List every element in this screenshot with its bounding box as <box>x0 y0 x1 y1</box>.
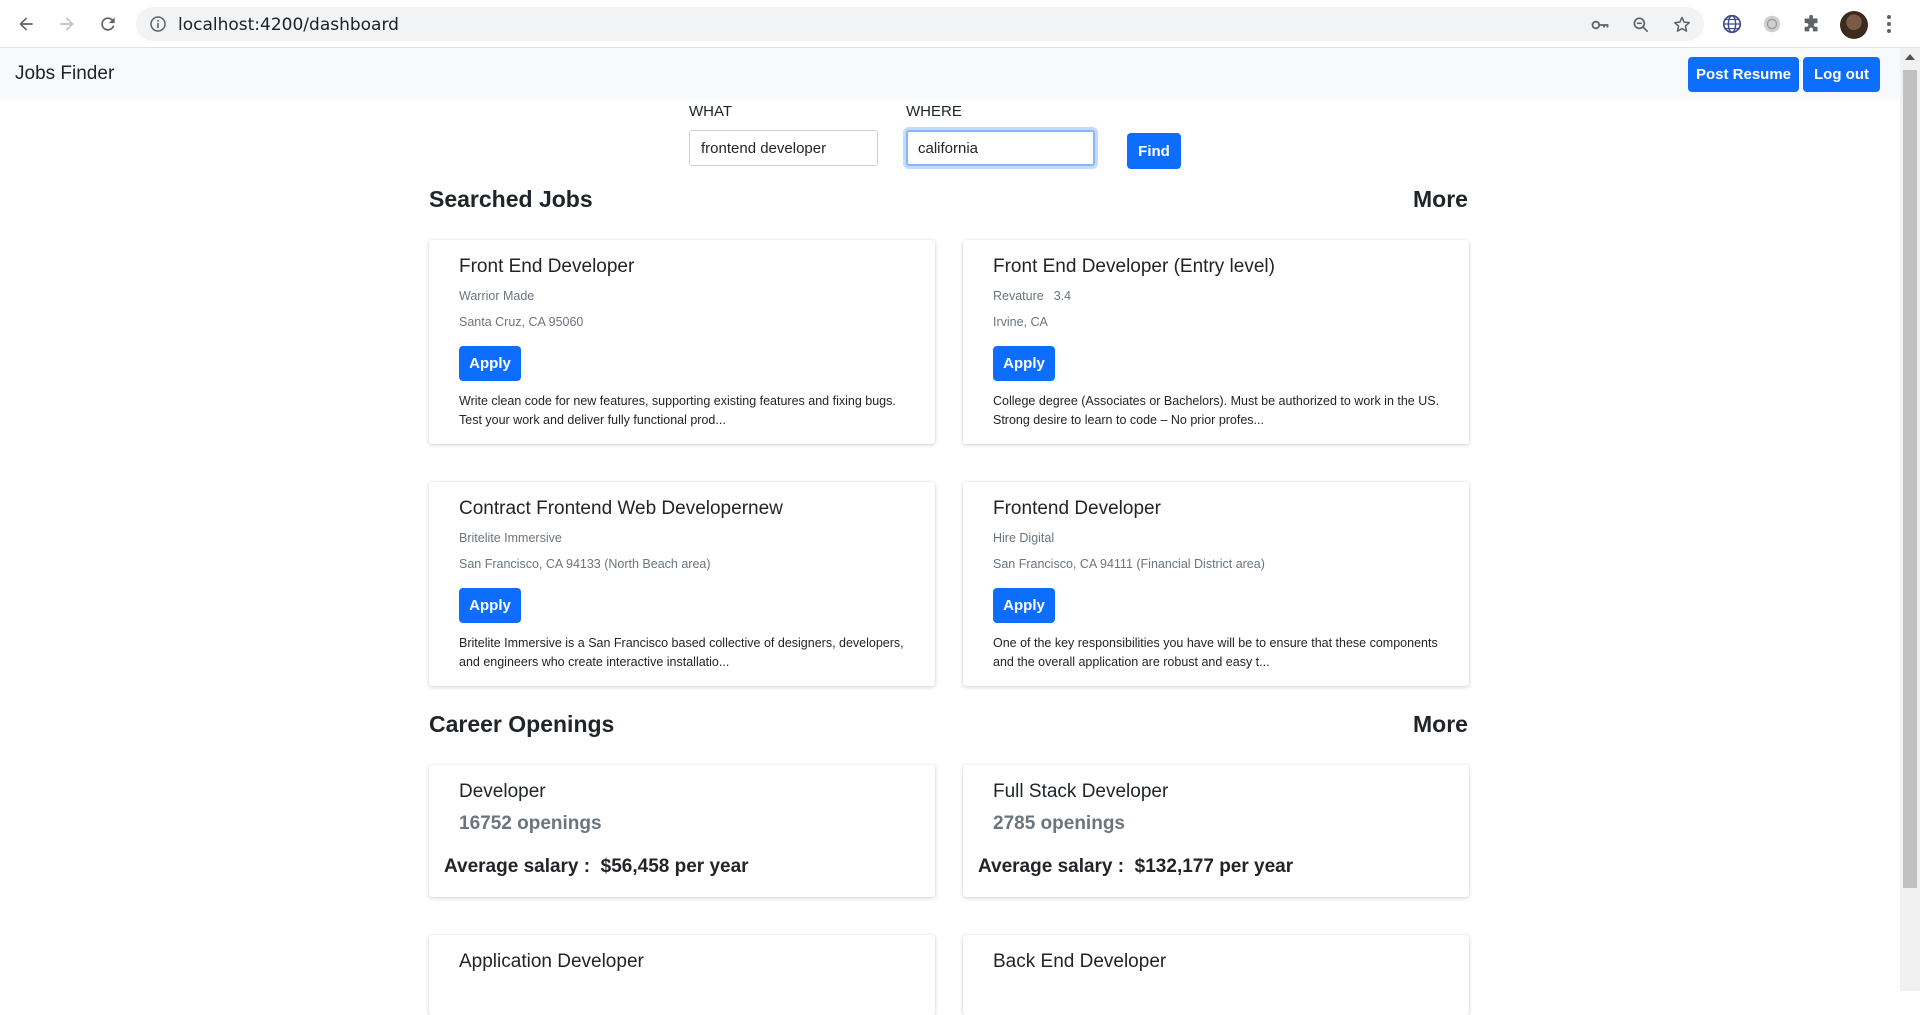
job-card: Frontend Developer Hire Digital San Fran… <box>963 482 1469 686</box>
info-icon[interactable] <box>150 16 166 32</box>
job-title[interactable]: Front End Developer <box>459 256 634 278</box>
job-card: Front End Developer Warrior Made Santa C… <box>429 240 935 444</box>
puzzle-icon[interactable] <box>1801 13 1823 35</box>
what-input[interactable] <box>689 130 878 166</box>
salary-prefix: Average salary : <box>978 856 1135 877</box>
job-title[interactable]: Frontend Developer <box>993 498 1161 520</box>
job-title[interactable]: Contract Frontend Web Developernew <box>459 498 783 520</box>
what-label: WHAT <box>689 103 733 120</box>
app-navbar: Jobs Finder <box>0 48 1900 100</box>
career-card: Application Developer <box>429 935 935 1015</box>
company-name: Revature <box>993 289 1044 303</box>
globe-extension-icon[interactable] <box>1721 13 1743 35</box>
address-bar[interactable]: localhost:4200/dashboard <box>136 7 1704 41</box>
apply-button[interactable]: Apply <box>459 346 521 381</box>
scroll-up-arrow-icon[interactable] <box>1905 54 1915 60</box>
career-card: Back End Developer <box>963 935 1469 1015</box>
extension-circle-icon[interactable] <box>1761 13 1783 35</box>
job-title[interactable]: Front End Developer (Entry level) <box>993 256 1275 278</box>
company-name: Warrior Made <box>459 289 535 303</box>
back-arrow-icon[interactable] <box>10 8 42 40</box>
average-salary: Average salary : $56,458 per year <box>444 856 749 878</box>
job-card: Front End Developer (Entry level) Revatu… <box>963 240 1469 444</box>
zoom-icon[interactable] <box>1631 15 1651 35</box>
searched-jobs-more-link[interactable]: More <box>1413 186 1468 213</box>
page-scrollbar[interactable] <box>1900 48 1920 991</box>
searched-jobs-heading: Searched Jobs <box>429 186 593 212</box>
find-button[interactable]: Find <box>1127 133 1181 169</box>
salary-prefix: Average salary : <box>444 856 601 877</box>
key-icon[interactable] <box>1590 15 1610 35</box>
job-description: One of the key responsibilities you have… <box>993 636 1438 669</box>
career-title[interactable]: Back End Developer <box>993 951 1166 973</box>
scrollbar-thumb[interactable] <box>1903 70 1917 888</box>
job-location: Irvine, CA <box>993 315 1048 329</box>
company-name: Hire Digital <box>993 531 1055 545</box>
career-card: Developer 16752 openings Average salary … <box>429 765 935 897</box>
apply-button[interactable]: Apply <box>993 346 1055 381</box>
career-card: Full Stack Developer 2785 openings Avera… <box>963 765 1469 897</box>
forward-arrow-icon[interactable] <box>51 8 83 40</box>
job-location: Santa Cruz, CA 95060 <box>459 315 584 329</box>
openings-count: 16752 openings <box>459 813 602 834</box>
salary-value: $132,177 per year <box>1134 856 1294 877</box>
job-description: College degree (Associates or Bachelors)… <box>993 394 1440 427</box>
company-rating: 3.4 <box>1053 289 1072 303</box>
job-company: Hire Digital <box>993 531 1054 545</box>
job-company: Warrior Made <box>459 289 534 303</box>
profile-avatar[interactable] <box>1840 11 1868 39</box>
openings-count: 2785 openings <box>993 813 1125 834</box>
job-card: Contract Frontend Web Developernew Brite… <box>429 482 935 686</box>
more-vert-icon[interactable] <box>1883 13 1895 35</box>
where-input[interactable] <box>906 130 1095 166</box>
job-description: Write clean code for new features, suppo… <box>459 394 896 427</box>
job-location: San Francisco, CA 94111 (Financial Distr… <box>993 557 1265 571</box>
apply-button[interactable]: Apply <box>459 588 521 623</box>
company-name: Britelite Immersive <box>459 531 562 545</box>
url-text: localhost:4200/dashboard <box>178 15 399 35</box>
career-openings-more-link[interactable]: More <box>1413 711 1468 738</box>
job-description: Britelite Immersive is a San Francisco b… <box>459 636 904 669</box>
logout-button[interactable]: Log out <box>1803 57 1880 92</box>
star-icon[interactable] <box>1672 15 1692 35</box>
apply-button[interactable]: Apply <box>993 588 1055 623</box>
post-resume-button[interactable]: Post Resume <box>1688 57 1799 92</box>
career-openings-heading: Career Openings <box>429 711 615 737</box>
salary-value: $56,458 per year <box>600 856 749 877</box>
career-title[interactable]: Application Developer <box>459 951 644 973</box>
job-company: Britelite Immersive <box>459 531 562 545</box>
brand-title[interactable]: Jobs Finder <box>15 63 114 85</box>
job-location: San Francisco, CA 94133 (North Beach are… <box>459 557 711 571</box>
reload-icon[interactable] <box>92 8 124 40</box>
job-company: Revature 3.4 <box>993 289 1071 303</box>
average-salary: Average salary : $132,177 per year <box>978 856 1293 878</box>
career-title[interactable]: Full Stack Developer <box>993 781 1168 803</box>
career-title[interactable]: Developer <box>459 781 546 803</box>
browser-toolbar: localhost:4200/dashboard <box>0 0 1920 48</box>
where-label: WHERE <box>906 103 962 120</box>
